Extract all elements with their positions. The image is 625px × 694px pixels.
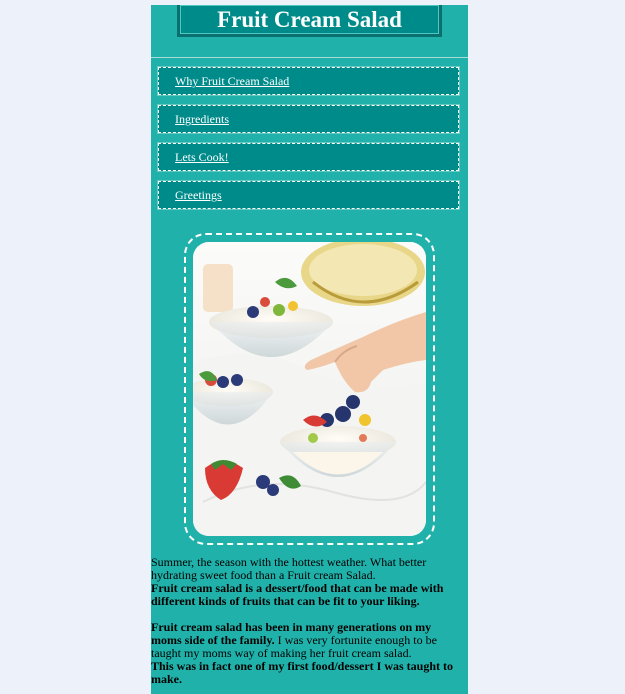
paragraph-1-text: Summer, the season with the hottest weat… (151, 555, 427, 582)
main-panel: Fruit Cream Salad Why Fruit Cream Salad … (151, 5, 468, 694)
nav-link-why[interactable]: Why Fruit Cream Salad (175, 74, 289, 88)
photo-frame (184, 233, 435, 545)
description: Summer, the season with the hottest weat… (151, 556, 461, 686)
nav-item-greetings[interactable]: Greetings (157, 180, 460, 210)
paragraph-2: Fruit cream salad has been in many gener… (151, 621, 461, 686)
paragraph-3-bold: This was in fact one of my first food/de… (151, 659, 453, 686)
paragraph-1-bold: Fruit cream salad is a dessert/food that… (151, 581, 444, 608)
page-title: Fruit Cream Salad (177, 5, 442, 37)
nav-item-lets-cook[interactable]: Lets Cook! (157, 142, 460, 172)
nav-link-greetings[interactable]: Greetings (175, 188, 222, 202)
nav-link-ingredients[interactable]: Ingredients (175, 112, 229, 126)
paragraph-1: Summer, the season with the hottest weat… (151, 556, 461, 608)
header: Fruit Cream Salad (151, 5, 468, 58)
nav-item-ingredients[interactable]: Ingredients (157, 104, 460, 134)
nav-menu: Why Fruit Cream Salad Ingredients Lets C… (157, 66, 460, 219)
fruit-salad-photo (193, 242, 426, 536)
nav-link-lets-cook[interactable]: Lets Cook! (175, 150, 229, 164)
fruit-salad-illustration (193, 242, 426, 536)
nav-item-why[interactable]: Why Fruit Cream Salad (157, 66, 460, 96)
